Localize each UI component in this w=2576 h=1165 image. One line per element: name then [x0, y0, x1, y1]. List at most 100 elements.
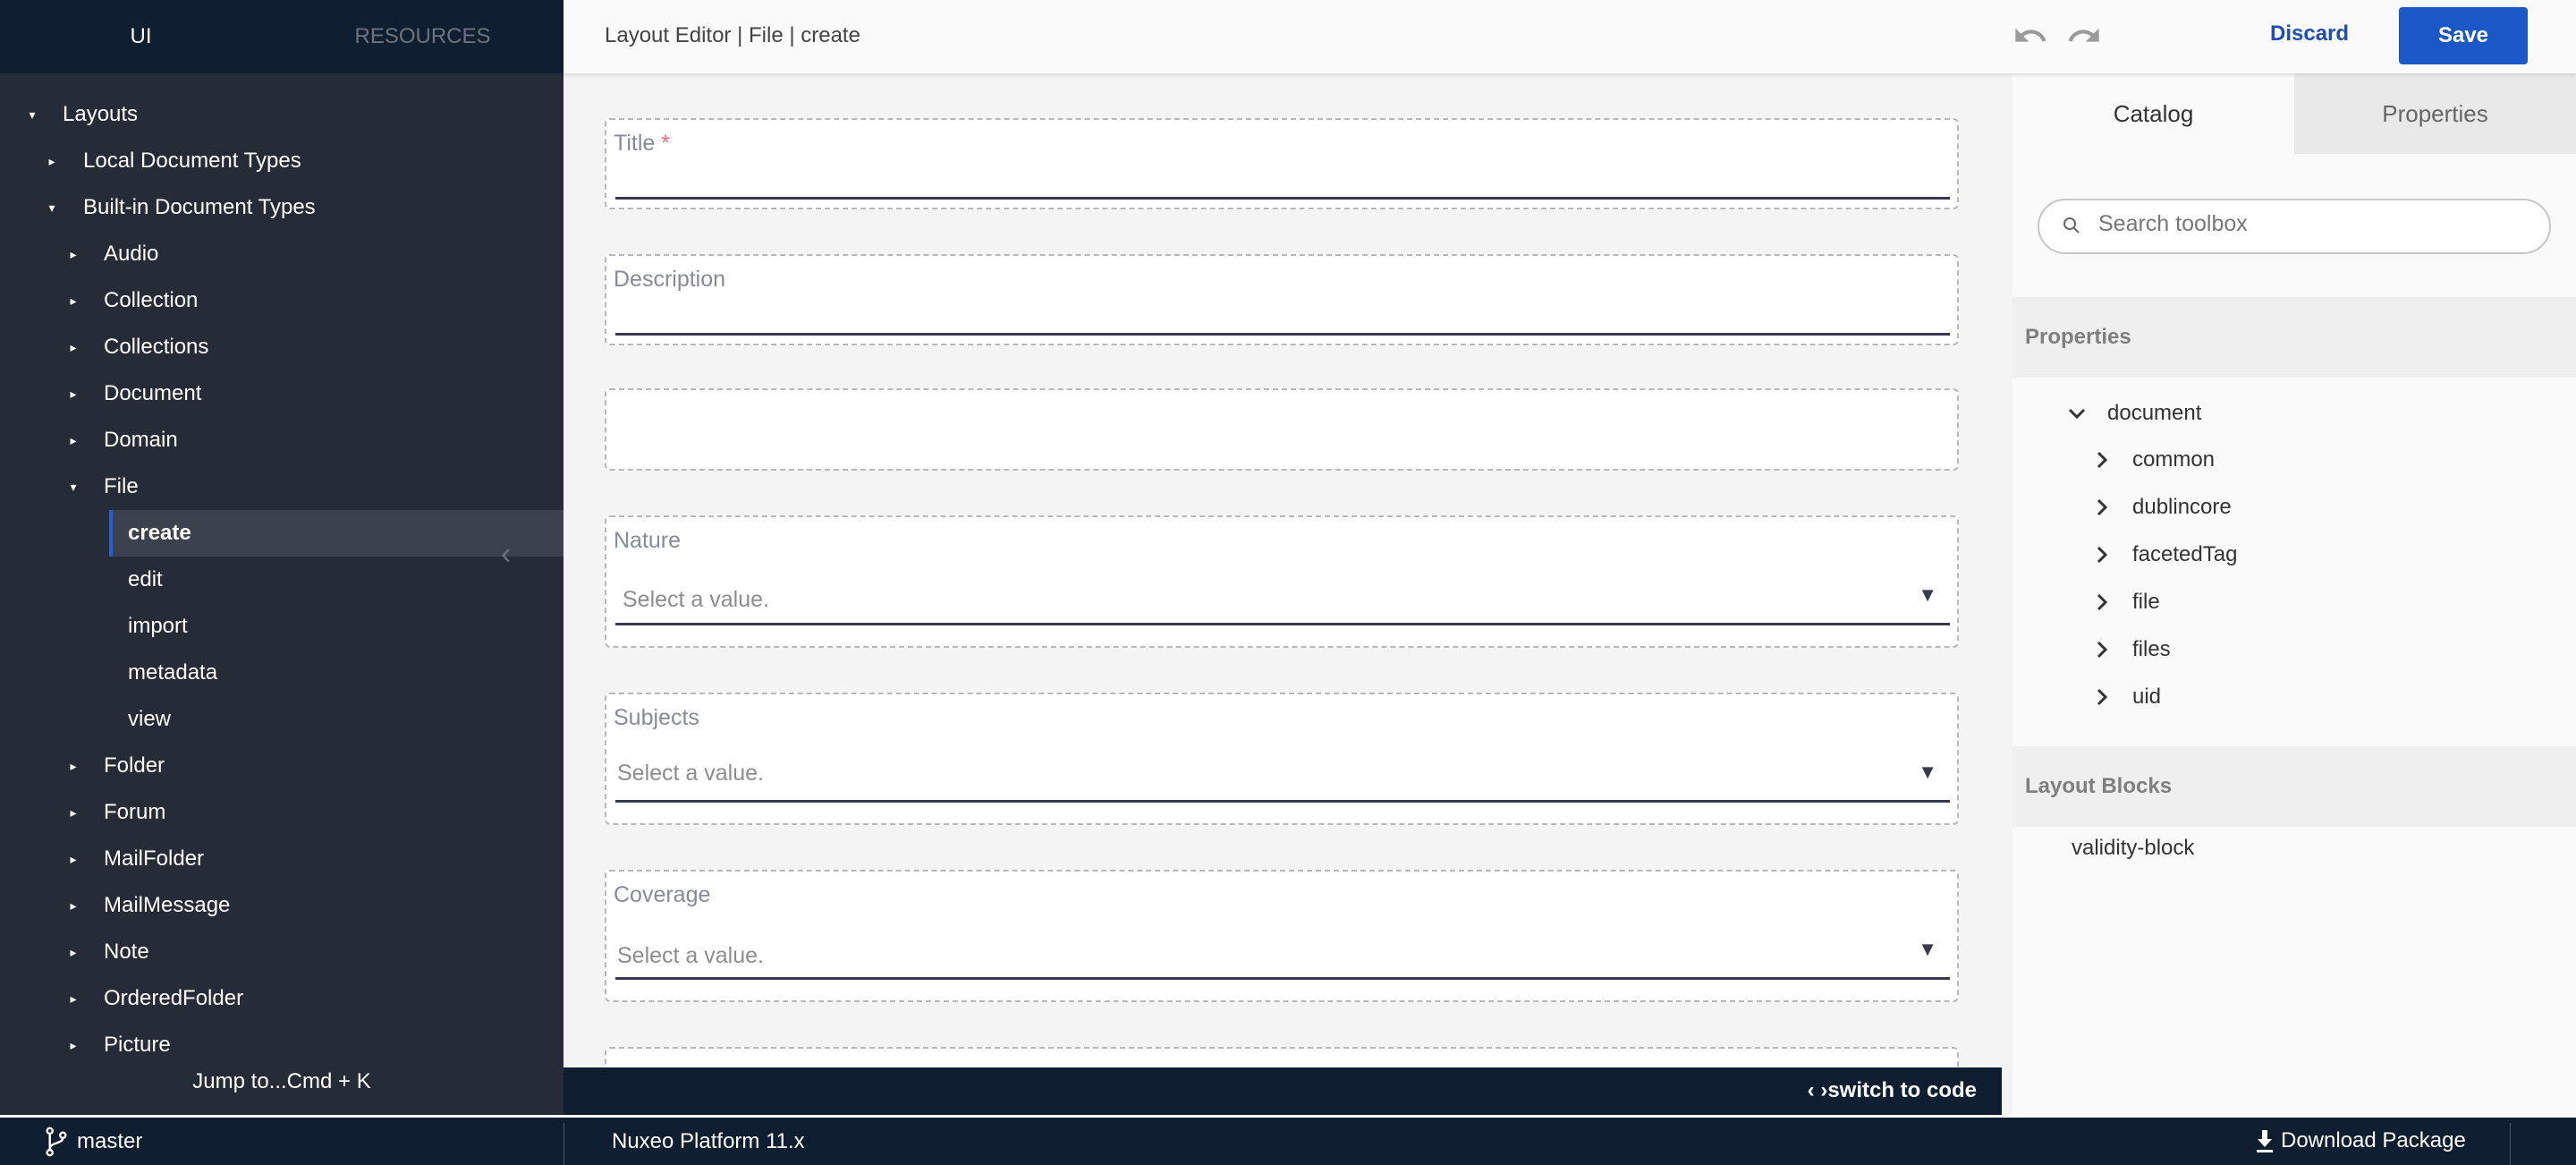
property-label: dublincore — [2132, 495, 2232, 519]
tree-item-collection[interactable]: ▸ Collection — [0, 277, 564, 324]
tree-item-layouts[interactable]: ▾ Layouts — [0, 91, 564, 138]
field-coverage[interactable]: Coverage Select a value. ▼ — [605, 870, 1959, 1002]
tree-item-metadata[interactable]: metadata — [0, 650, 564, 696]
chevron-right-icon — [2097, 546, 2108, 564]
chevron-right-icon — [2097, 498, 2108, 516]
caret-right-icon[interactable]: ▸ — [64, 898, 82, 914]
tree-item-folder[interactable]: ▸ Folder — [0, 743, 564, 789]
tree-item-edit[interactable]: edit — [0, 557, 564, 603]
platform-version: Nuxeo Platform 11.x — [612, 1129, 805, 1153]
download-icon — [2257, 1130, 2273, 1152]
caret-right-icon[interactable]: ▸ — [64, 991, 82, 1007]
caret-right-icon[interactable]: ▸ — [64, 387, 82, 402]
property-node-files[interactable]: files — [2091, 637, 2171, 662]
tree-item-mailfolder[interactable]: ▸ MailFolder — [0, 836, 564, 882]
tree-item-label: Picture — [104, 1033, 171, 1057]
right-panel-tabs: Catalog Properties — [2012, 73, 2576, 154]
caret-down-icon[interactable]: ▾ — [64, 480, 82, 495]
tab-properties[interactable]: Properties — [2294, 73, 2576, 154]
save-button[interactable]: Save — [2399, 7, 2528, 64]
required-mark: * — [661, 131, 670, 156]
redo-icon[interactable] — [2066, 18, 2102, 54]
tab-resources[interactable]: RESOURCES — [282, 0, 564, 73]
dropdown-arrow-icon[interactable]: ▼ — [1918, 583, 1937, 607]
caret-right-icon[interactable]: ▸ — [64, 805, 82, 821]
branch-selector[interactable]: master — [43, 1127, 142, 1157]
tree-item-document[interactable]: ▸ Document — [0, 370, 564, 417]
search-icon — [2061, 215, 2082, 241]
tab-catalog[interactable]: Catalog — [2012, 73, 2294, 154]
tree-item-label: Domain — [104, 428, 178, 452]
field-title[interactable]: Title * — [605, 118, 1959, 209]
caret-right-icon[interactable]: ▸ — [64, 433, 82, 448]
field-description[interactable]: Description — [605, 254, 1959, 345]
caret-right-icon[interactable]: ▸ — [43, 154, 61, 169]
tree-item-orderedfolder[interactable]: ▸ OrderedFolder — [0, 975, 564, 1022]
field-nature[interactable]: Nature Select a value. ▼ — [605, 515, 1959, 648]
tree-item-local-document-types[interactable]: ▸ Local Document Types — [0, 138, 564, 184]
field-partially-visible[interactable] — [605, 1047, 1959, 1067]
tab-ui[interactable]: UI — [0, 0, 282, 73]
tree-item-label: File — [104, 474, 139, 498]
undo-icon[interactable] — [2012, 18, 2048, 54]
tree-item-import[interactable]: import — [0, 603, 564, 650]
tree-item-label: view — [128, 707, 172, 731]
jump-to-shortcut[interactable]: Jump to...Cmd + K — [0, 1069, 564, 1094]
field-subjects[interactable]: Subjects Select a value. ▼ — [605, 693, 1959, 825]
dropdown-arrow-icon[interactable]: ▼ — [1918, 938, 1937, 961]
tree-item-file[interactable]: ▾ File — [0, 463, 564, 510]
tree-item-domain[interactable]: ▸ Domain — [0, 417, 564, 463]
property-node-file[interactable]: file — [2091, 590, 2160, 615]
caret-right-icon[interactable]: ▸ — [64, 1038, 82, 1053]
tree-item-picture[interactable]: ▸ Picture — [0, 1022, 564, 1068]
caret-right-icon[interactable]: ▸ — [64, 852, 82, 867]
layout-blocks-heading: Layout Blocks — [2012, 746, 2576, 827]
property-node-facetedtag[interactable]: facetedTag — [2091, 542, 2237, 567]
caret-down-icon[interactable]: ▾ — [23, 107, 41, 123]
property-label: common — [2132, 447, 2216, 472]
tree-item-view[interactable]: view — [0, 696, 564, 743]
switch-to-code-button[interactable]: ‹ ›switch to code — [1808, 1078, 1977, 1103]
property-label: uid — [2132, 685, 2162, 709]
tree-item-label: metadata — [128, 660, 218, 685]
caret-right-icon[interactable]: ▸ — [64, 293, 82, 309]
tree-item-note[interactable]: ▸ Note — [0, 929, 564, 975]
status-bar: master Nuxeo Platform 11.x Download Pack… — [0, 1115, 2576, 1165]
tree-item-audio[interactable]: ▸ Audio — [0, 231, 564, 277]
download-package-button[interactable]: Download Package — [2254, 1128, 2466, 1153]
field-label: Description — [614, 267, 726, 292]
code-toggle-bar: ‹ ›switch to code — [564, 1067, 2002, 1115]
chevron-right-icon — [2097, 688, 2108, 706]
tree-item-create[interactable]: create — [109, 510, 564, 557]
search-toolbox[interactable] — [2038, 199, 2551, 254]
layout-block-item[interactable]: validity-block — [2072, 836, 2194, 861]
dropdown-arrow-icon[interactable]: ▼ — [1918, 761, 1937, 784]
layout-canvas: Title * Description Nature Select a valu… — [564, 73, 2004, 1067]
collapse-sidebar-icon[interactable]: ‹ — [501, 537, 511, 572]
select-placeholder: Select a value. — [617, 761, 764, 786]
property-node-uid[interactable]: uid — [2091, 685, 2161, 710]
discard-button[interactable]: Discard — [2270, 21, 2349, 47]
tree-item-label: create — [128, 521, 191, 545]
caret-down-icon[interactable]: ▾ — [43, 200, 61, 216]
tree-item-label: OrderedFolder — [104, 986, 244, 1010]
field-label: Coverage — [614, 882, 711, 907]
layouts-tree: ▾ Layouts ▸ Local Document Types ▾ Built-in D… — [0, 73, 564, 1068]
property-node-dublincore[interactable]: dublincore — [2091, 495, 2232, 520]
caret-right-icon[interactable]: ▸ — [64, 340, 82, 355]
property-node-common[interactable]: common — [2091, 447, 2215, 472]
select-placeholder: Select a value. — [617, 943, 764, 968]
search-toolbox-input[interactable] — [2098, 211, 2528, 237]
caret-right-icon[interactable]: ▸ — [64, 945, 82, 960]
chevron-down-icon — [2068, 408, 2086, 420]
caret-right-icon[interactable]: ▸ — [64, 759, 82, 774]
tree-item-collections[interactable]: ▸ Collections — [0, 324, 564, 370]
tree-item-forum[interactable]: ▸ Forum — [0, 789, 564, 836]
tree-item-mailmessage[interactable]: ▸ MailMessage — [0, 882, 564, 929]
caret-right-icon[interactable]: ▸ — [64, 247, 82, 262]
tree-item-label: Collections — [104, 335, 209, 359]
tree-item-built-in-document-types[interactable]: ▾ Built-in Document Types — [0, 184, 564, 231]
tree-item-label: import — [128, 614, 188, 638]
property-node-document[interactable]: document — [2066, 401, 2201, 426]
field-empty-slot[interactable] — [605, 388, 1959, 471]
